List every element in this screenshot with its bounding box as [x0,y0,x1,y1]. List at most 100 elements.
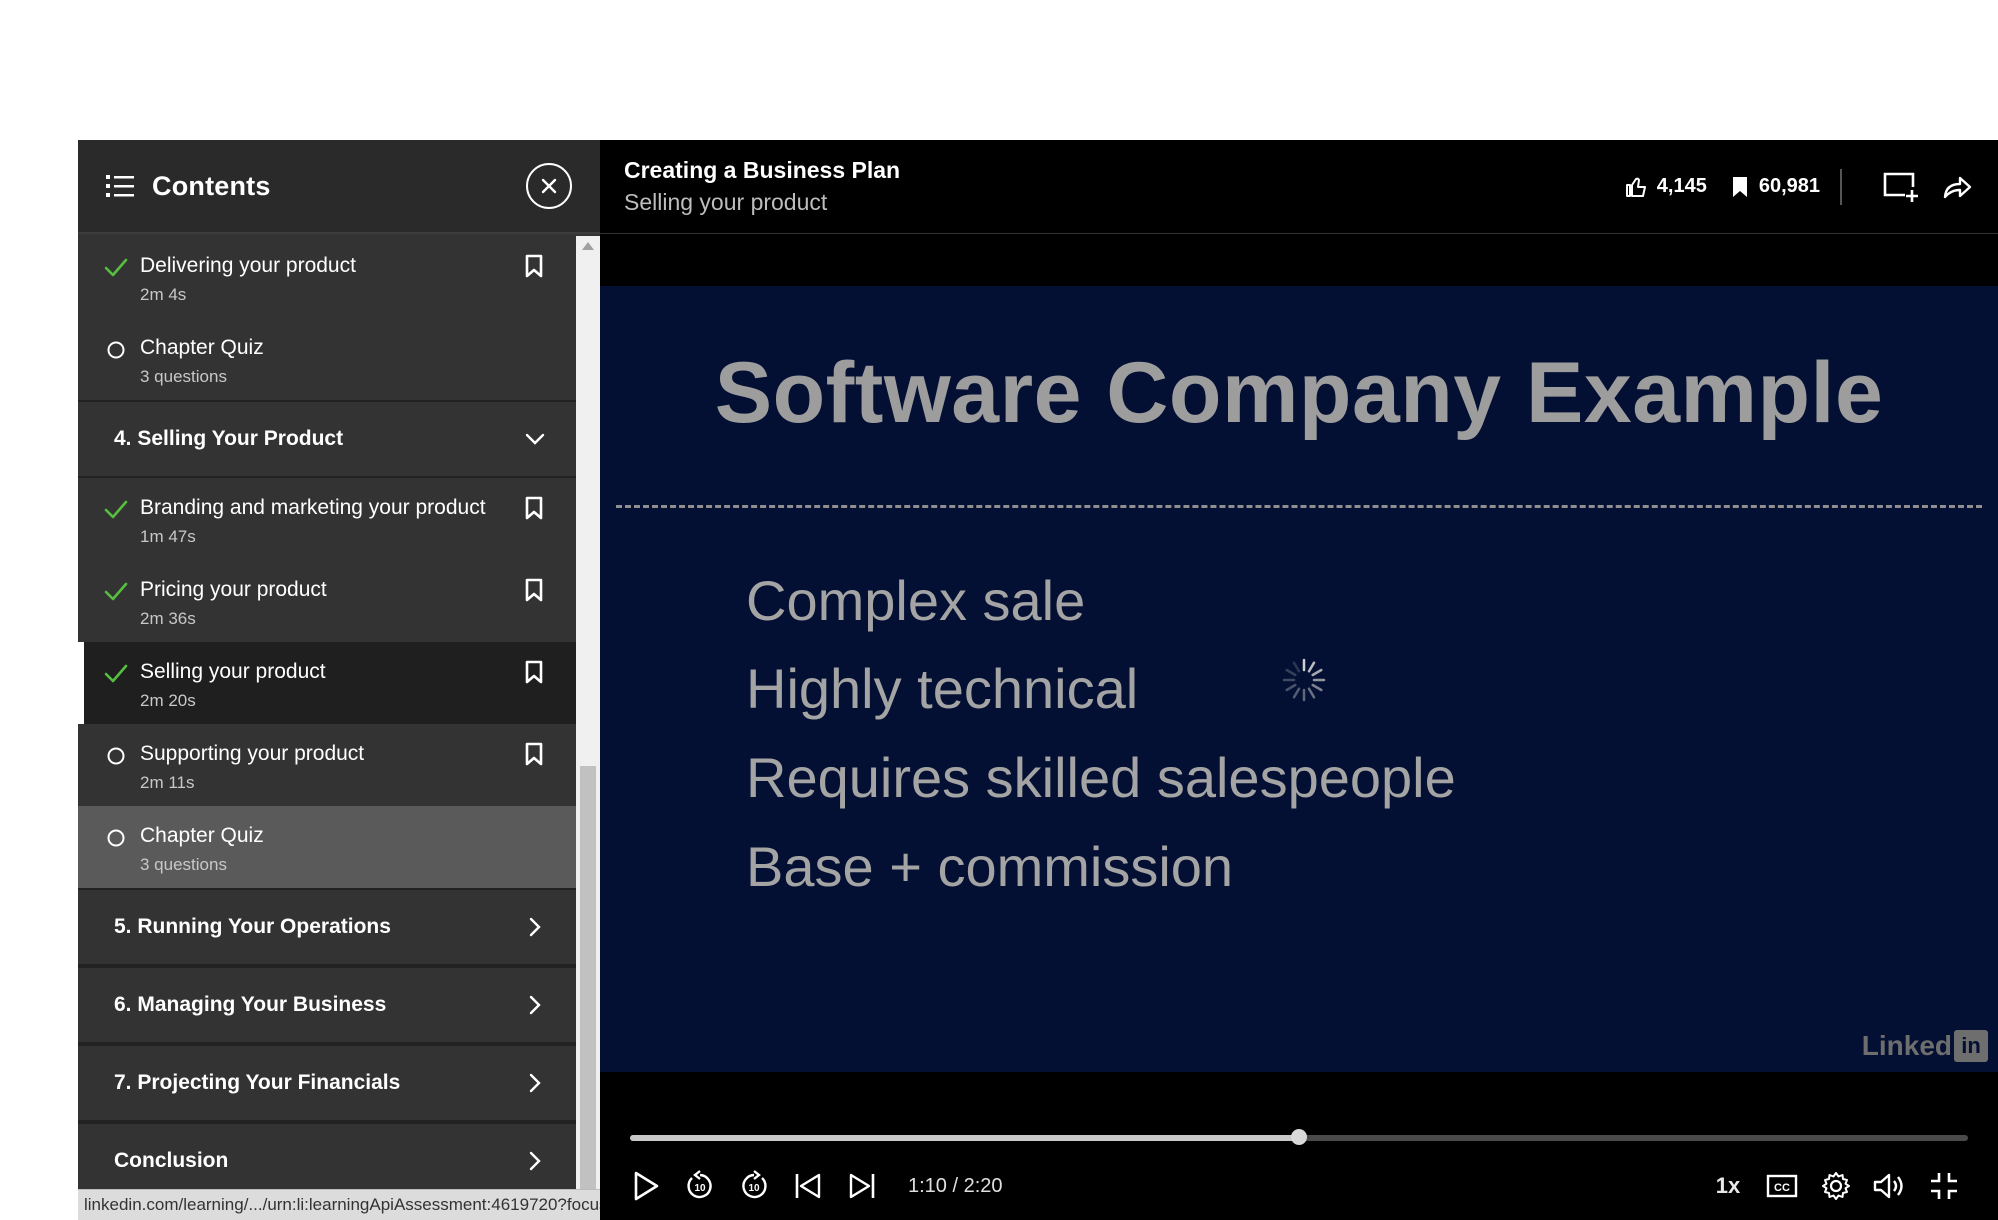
play-icon [634,1171,659,1201]
video-title: Selling your product [624,188,828,215]
contents-list: Delivering your product 2m 4s Chapter Quiz… [78,236,576,1220]
play-button[interactable] [624,1164,668,1208]
share-icon [1943,176,1972,198]
course-title[interactable]: Creating a Business Plan [624,155,1601,185]
item-status [102,660,130,688]
save-count: 60,981 [1758,175,1820,197]
forward-10-icon: 10 [742,1170,767,1199]
chevron-right-icon [524,916,546,938]
gear-icon [1822,1172,1850,1200]
chapter-header[interactable]: 5. Running Your Operations [78,888,576,966]
bookmark-icon [525,660,543,684]
forward-10-button[interactable]: 10 [732,1164,776,1208]
item-duration: 2m 4s [140,285,187,304]
contents-title: Contents [152,170,271,201]
quiz-item[interactable]: Chapter Quiz 3 questions [78,318,576,400]
chapter-label: 5. Running Your Operations [114,915,391,938]
slide-bullet: Base + commission [746,835,1234,898]
bookmark-icon [525,496,543,520]
item-duration: 1m 47s [140,527,196,546]
linkedin-watermark: Linked in [1862,1030,1988,1062]
volume-icon [1873,1173,1903,1199]
chapter-4-header[interactable]: 4. Selling Your Product [78,400,576,478]
close-contents-button[interactable] [526,163,572,209]
chevron-right-icon [524,994,546,1016]
bookmark-button[interactable] [522,578,546,608]
contents-header: Contents [78,140,600,234]
settings-button[interactable] [1814,1164,1858,1208]
skip-next-icon [849,1173,875,1199]
not-started-circle-icon [107,747,125,765]
not-started-circle-icon [107,341,125,359]
item-title: Branding and marketing your product [140,496,486,519]
item-title: Chapter Quiz [140,824,264,847]
playback-speed-button[interactable]: 1x [1706,1173,1750,1199]
checkmark-icon [104,664,128,683]
chapter-header[interactable]: 6. Managing Your Business [78,966,576,1044]
closed-captions-button[interactable]: CC [1760,1164,1804,1208]
svg-text:10: 10 [694,1183,706,1194]
save-course-button[interactable]: 60,981 [1731,175,1820,198]
item-status [102,742,130,770]
item-title: Chapter Quiz [140,336,264,359]
bookmark-button[interactable] [522,742,546,772]
chevron-right-icon [524,1150,546,1172]
bookmark-icon [1732,176,1747,197]
watermark-text: Linked [1861,1030,1952,1061]
item-duration: 2m 36s [140,609,196,628]
like-button[interactable]: 4,145 [1625,175,1707,198]
slide-title: Software Company Example [714,345,1884,441]
status-bar-url: linkedin.com/learning/.../urn:li:learnin… [78,1189,600,1220]
player-header: Creating a Business Plan Selling your pr… [600,140,1998,234]
exit-fullscreen-icon [1931,1173,1957,1199]
video-item[interactable]: Delivering your product 2m 4s [78,236,576,318]
header-divider [1840,168,1842,205]
watermark-in-box: in [1954,1030,1988,1062]
video-item[interactable]: Selling your product 2m 20s [78,642,576,724]
item-duration: 3 questions [140,367,227,386]
video-item[interactable]: Supporting your product 2m 11s [78,724,576,806]
chapter-label: Conclusion [114,1149,229,1172]
scroll-up-arrow-icon[interactable] [582,242,594,250]
add-to-collection-button[interactable] [1882,168,1920,206]
video-item[interactable]: Pricing your product 2m 36s [78,560,576,642]
progress-handle[interactable] [1291,1129,1307,1145]
checkmark-icon [104,582,128,601]
item-title: Pricing your product [140,578,327,601]
video-frame[interactable]: Software Company Example Complex sale Hig… [600,286,1998,1072]
chapter-label: 7. Projecting Your Financials [114,1071,401,1094]
checkmark-icon [104,258,128,277]
add-to-collection-icon [1883,172,1918,202]
volume-button[interactable] [1868,1164,1912,1208]
item-status [102,578,130,606]
rewind-10-button[interactable]: 10 [678,1164,722,1208]
like-count: 4,145 [1656,175,1707,197]
item-duration: 3 questions [140,855,227,874]
bookmark-button[interactable] [522,254,546,284]
svg-text:10: 10 [748,1183,760,1194]
previous-video-button[interactable] [786,1164,830,1208]
slide-bullet: Requires skilled salespeople [746,746,1456,809]
bookmark-icon [525,578,543,602]
scrollbar-thumb[interactable] [580,766,596,1220]
slide-bullet: Highly technical [746,657,1139,720]
list-icon [106,173,134,199]
exit-fullscreen-button[interactable] [1922,1164,1966,1208]
quiz-item[interactable]: Chapter Quiz 3 questions [78,806,576,888]
progress-bar[interactable] [630,1129,1968,1145]
item-title: Selling your product [140,660,326,683]
chapter-header[interactable]: 7. Projecting Your Financials [78,1044,576,1122]
item-status [102,824,130,852]
share-button[interactable] [1938,168,1976,206]
close-icon [541,178,557,194]
loading-spinner-icon [1282,658,1326,702]
bookmark-icon [525,254,543,278]
video-item[interactable]: Branding and marketing your product 1m 47… [78,478,576,560]
bookmark-button[interactable] [522,660,546,690]
learning-app: Contents Delivering your product 2m 4s Cha… [78,140,1998,1220]
closed-captions-icon: CC [1766,1174,1798,1198]
playback-time: 1:10 / 2:20 [908,1174,1003,1197]
bookmark-button[interactable] [522,496,546,526]
contents-scrollbar[interactable] [576,236,600,1220]
next-video-button[interactable] [840,1164,884,1208]
